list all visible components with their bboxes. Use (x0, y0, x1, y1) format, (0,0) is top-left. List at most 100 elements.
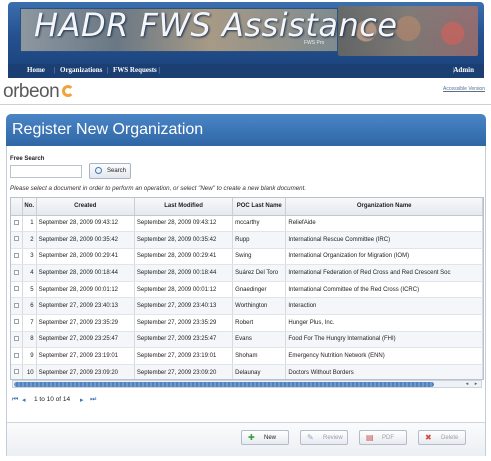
row-number: 3 (22, 248, 37, 266)
poc-last-name-cell: Delaunay (232, 364, 287, 379)
organization-name-cell: Hunger Plus, Inc. (285, 314, 483, 332)
created-cell: September 28, 2009 09:43:12 (36, 215, 135, 233)
row-checkbox-cell (11, 248, 23, 266)
table-header: No. Created Last Modified POC Last Name … (11, 198, 483, 216)
created-cell: September 27, 2009 23:40:13 (36, 297, 135, 316)
instructions-text: Please select a document in order to per… (10, 185, 307, 192)
row-checkbox[interactable] (13, 286, 19, 292)
table-row[interactable]: 10 September 27, 2009 23:09:20 September 2… (11, 364, 483, 379)
row-checkbox[interactable] (13, 269, 19, 275)
row-checkbox[interactable] (13, 302, 19, 308)
row-number: 10 (22, 364, 37, 379)
pdf-button-label: PDF (382, 435, 394, 441)
poc-last-name-cell: Rupp (232, 231, 287, 249)
table-row[interactable]: 3 September 28, 2009 00:29:41 September 28… (11, 248, 483, 266)
row-number: 1 (22, 215, 37, 233)
pager-status: 1 to 10 of 14 (34, 396, 71, 403)
review-button[interactable]: ✎ Review (300, 430, 348, 445)
search-button[interactable]: Search (89, 163, 131, 179)
pdf-button[interactable]: ▤ PDF (359, 430, 407, 445)
orbeon-logo: orbeon (3, 81, 60, 102)
next-page-icon[interactable]: ▸ (80, 396, 84, 404)
search-input[interactable] (10, 165, 82, 178)
last-modified-cell: September 28, 2009 00:18:44 (134, 264, 234, 282)
row-number: 2 (22, 231, 37, 249)
top-nav: Home | Organizations | FWS Requests | | … (8, 64, 484, 78)
organization-name-cell: International Federation of Red Cross an… (285, 264, 483, 282)
row-checkbox[interactable] (13, 319, 19, 325)
row-number: 8 (22, 331, 37, 349)
organization-name-cell: International Organization for Migration… (285, 248, 483, 266)
scroll-right-icon[interactable]: ▸ (472, 381, 480, 387)
row-checkbox[interactable] (13, 236, 19, 242)
row-number: 6 (22, 297, 37, 316)
delete-icon: ✖ (425, 433, 432, 442)
organization-name-cell: Doctors Without Borders (285, 364, 483, 379)
row-checkbox-cell (11, 231, 23, 249)
table-row[interactable]: 4 September 28, 2009 00:18:44 September 28… (11, 264, 483, 282)
created-cell: September 28, 2009 00:18:44 (36, 264, 135, 282)
row-number: 5 (22, 281, 37, 299)
row-checkbox-cell (11, 331, 23, 349)
last-page-icon[interactable]: ⏭ (90, 396, 96, 404)
column-header-poc-last-name[interactable]: POC Last Name (232, 198, 287, 216)
table-row[interactable]: 6 September 27, 2009 23:40:13 September 27… (11, 297, 483, 316)
new-button[interactable]: ✚ New (241, 430, 289, 445)
row-checkbox[interactable] (13, 352, 19, 358)
header-banner: HADR FWS Assistance FWS Pro (8, 2, 484, 64)
row-checkbox[interactable] (13, 252, 19, 258)
documents-table: No. Created Last Modified POC Last Name … (10, 197, 484, 380)
last-modified-cell: September 27, 2009 23:40:13 (134, 297, 234, 316)
scroll-left-icon[interactable]: ◂ (463, 381, 471, 387)
form-title-bar: Register New Organization (6, 114, 486, 146)
orbeon-swirl-icon (62, 85, 74, 97)
column-header-organization-name[interactable]: Organization Name (285, 198, 483, 216)
accessible-version-link[interactable]: Accessible Version (443, 86, 485, 92)
row-checkbox[interactable] (13, 335, 19, 341)
page-title: Register New Organization (12, 121, 204, 138)
nav-home[interactable]: Home (27, 66, 45, 74)
action-bar: ✚ New ✎ Review ▤ PDF ✖ Delete (7, 422, 485, 456)
poc-last-name-cell: Evans (232, 331, 287, 349)
organization-name-cell: ReliefAide (285, 215, 483, 233)
divider (0, 104, 491, 105)
row-checkbox-cell (11, 264, 23, 282)
table-row[interactable]: 1 September 28, 2009 09:43:12 September 28… (11, 215, 483, 233)
organization-name-cell: Emergency Nutrition Network (ENN) (285, 347, 483, 365)
nav-separator: | (159, 66, 161, 74)
poc-last-name-cell: Robert (232, 314, 287, 332)
created-cell: September 27, 2009 23:09:20 (36, 364, 135, 379)
created-cell: September 28, 2009 00:35:42 (36, 231, 135, 249)
table-row[interactable]: 8 September 27, 2009 23:25:47 September 27… (11, 331, 483, 349)
created-cell: September 27, 2009 23:35:29 (36, 314, 135, 332)
row-number: 9 (22, 347, 37, 365)
scrollbar-thumb[interactable] (14, 382, 434, 387)
delete-button[interactable]: ✖ Delete (418, 430, 466, 445)
table-row[interactable]: 2 September 28, 2009 00:35:42 September 28… (11, 231, 483, 249)
nav-organizations[interactable]: Organizations (60, 66, 102, 74)
nav-admin[interactable]: Admin (453, 66, 474, 74)
row-checkbox[interactable] (13, 219, 19, 225)
column-header-created[interactable]: Created (36, 198, 135, 216)
last-modified-cell: September 28, 2009 00:01:12 (134, 281, 234, 299)
table-row[interactable]: 5 September 28, 2009 00:01:12 September 28… (11, 281, 483, 299)
poc-last-name-cell: Suárez Del Toro (232, 264, 287, 282)
column-header-no[interactable]: No. (22, 198, 37, 216)
row-checkbox-cell (11, 364, 23, 379)
table-row[interactable]: 9 September 27, 2009 23:19:01 September 27… (11, 347, 483, 365)
row-checkbox[interactable] (13, 369, 19, 375)
prev-page-icon[interactable]: ◂ (22, 396, 26, 404)
search-button-label: Search (107, 168, 127, 174)
nav-fws-requests[interactable]: FWS Requests (113, 66, 157, 74)
column-header-last-modified[interactable]: Last Modified (134, 198, 234, 216)
last-modified-cell: September 28, 2009 00:29:41 (134, 248, 234, 266)
poc-last-name-cell: Swing (232, 248, 287, 266)
organization-name-cell: Food For The Hungry International (FHI) (285, 331, 483, 349)
table-row[interactable]: 7 September 27, 2009 23:35:29 September 27… (11, 314, 483, 332)
created-cell: September 28, 2009 00:29:41 (36, 248, 135, 266)
poc-last-name-cell: mccarthy (232, 215, 287, 233)
last-modified-cell: September 27, 2009 23:35:29 (134, 314, 234, 332)
last-modified-cell: September 27, 2009 23:09:20 (134, 364, 234, 379)
first-page-icon[interactable]: ⏮ (12, 396, 18, 404)
horizontal-scrollbar[interactable]: ◂ ▸ (12, 380, 482, 388)
